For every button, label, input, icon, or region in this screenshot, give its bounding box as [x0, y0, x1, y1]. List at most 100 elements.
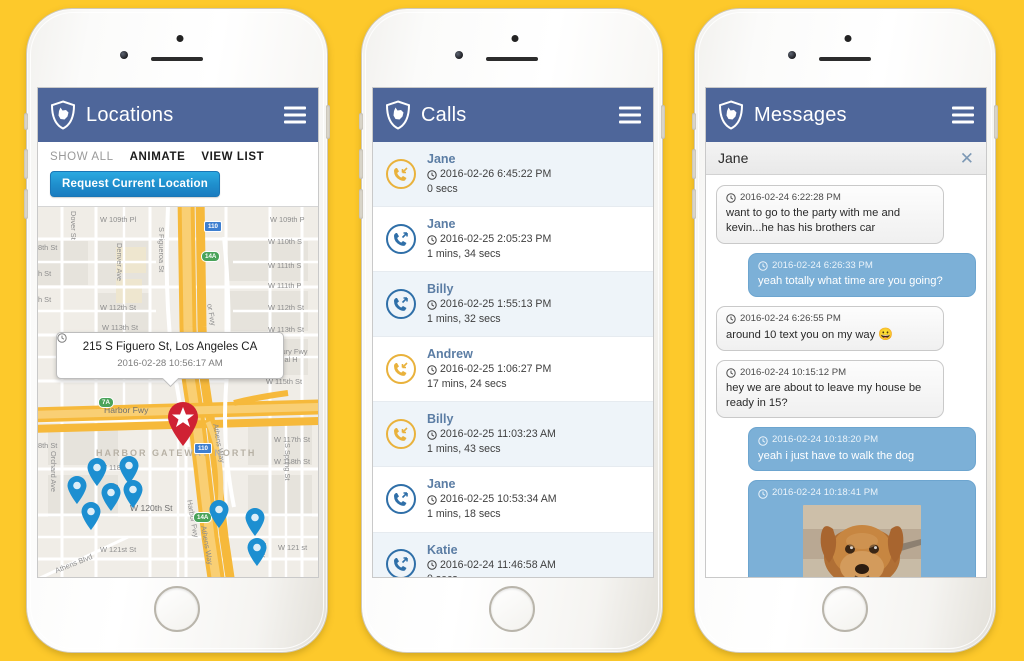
conversation-contact-bar: Jane ✕: [706, 142, 986, 175]
map-view[interactable]: W 109th Pl W 109th P W 110th S 8th St W …: [38, 206, 318, 577]
call-timestamp-row: 2016-02-26 6:45:22 PM: [427, 168, 551, 182]
message-thread[interactable]: 2016-02-24 6:22:28 PM want to go to the …: [706, 175, 986, 577]
message-bubble-incoming[interactable]: 2016-02-24 6:26:55 PM around 10 text you…: [716, 305, 944, 351]
table-row[interactable]: Jane 2016-02-25 2:05:23 PM 1 mins, 34 se…: [373, 207, 653, 273]
hamburger-icon[interactable]: [952, 106, 974, 124]
proximity-sensor: [120, 51, 128, 59]
location-callout[interactable]: 215 S Figuero St, Los Angeles CA 2016-02…: [56, 332, 284, 379]
map-pin[interactable]: [208, 499, 230, 529]
close-icon[interactable]: ✕: [960, 150, 974, 167]
earpiece-speaker: [819, 57, 871, 61]
call-contact-name: Billy: [427, 412, 454, 427]
map-pin-selected[interactable]: [166, 401, 200, 447]
volume-down-button[interactable]: [24, 189, 28, 219]
callout-timestamp-row: 2016-02-28 10:56:17 AM: [57, 333, 273, 369]
incoming-call-icon: [385, 353, 417, 385]
call-info: Billy 2016-02-25 1:55:13 PM 1 mins, 32 s…: [427, 281, 551, 326]
message-bubble-incoming[interactable]: 2016-02-24 10:15:12 PM hey we are about …: [716, 359, 944, 419]
message-text: yeah totally what time are you going?: [758, 275, 943, 288]
clock-icon: [758, 435, 768, 446]
clock-icon: [726, 368, 736, 378]
map-pin[interactable]: [100, 482, 122, 512]
call-info: Jane 2016-02-25 2:05:23 PM 1 mins, 34 se…: [427, 216, 551, 261]
map-street-label: Dover St: [69, 211, 78, 240]
volume-up-button[interactable]: [24, 149, 28, 179]
outgoing-call-icon: [385, 223, 417, 255]
message-text: want to go to the party with me and kevi…: [726, 207, 901, 235]
table-row[interactable]: Jane 2016-02-25 10:53:34 AM 1 mins, 18 s…: [373, 467, 653, 533]
request-current-location-button[interactable]: Request Current Location: [50, 171, 221, 197]
map-street-label: W 121 st: [278, 543, 308, 552]
hamburger-icon[interactable]: [619, 106, 641, 124]
call-duration: 1 mins, 18 secs: [427, 508, 501, 521]
outgoing-call-icon: [385, 548, 417, 577]
volume-down-button[interactable]: [359, 189, 363, 219]
app-header-calls: Calls: [373, 88, 653, 142]
volume-up-button[interactable]: [692, 149, 696, 179]
proximity-sensor: [455, 51, 463, 59]
clock-icon: [427, 365, 437, 375]
mute-switch[interactable]: [359, 113, 363, 130]
screen-locations: Locations SHOW ALL ANIMATE VIEW LIST Req…: [37, 87, 319, 578]
tab-show-all[interactable]: SHOW ALL: [50, 151, 114, 163]
table-row[interactable]: Billy 2016-02-25 11:03:23 AM 1 mins, 43 …: [373, 402, 653, 468]
home-button[interactable]: [489, 586, 535, 632]
call-timestamp: 2016-02-25 1:55:13 PM: [440, 298, 552, 311]
call-timestamp-row: 2016-02-25 10:53:34 AM: [427, 493, 557, 507]
call-timestamp: 2016-02-25 10:53:34 AM: [440, 493, 557, 506]
incoming-call-icon: [385, 418, 417, 450]
tab-animate[interactable]: ANIMATE: [130, 151, 186, 163]
mute-switch[interactable]: [692, 113, 696, 130]
message-timestamp-row: 2016-02-24 10:15:12 PM: [726, 367, 934, 379]
map-pin[interactable]: [246, 537, 268, 567]
call-timestamp-row: 2016-02-25 1:55:13 PM: [427, 298, 551, 312]
mute-switch[interactable]: [24, 113, 28, 130]
call-timestamp: 2016-02-25 1:06:27 PM: [440, 363, 552, 376]
table-row[interactable]: Jane 2016-02-26 6:45:22 PM 0 secs: [373, 142, 653, 208]
power-button[interactable]: [326, 105, 330, 139]
message-timestamp: 2016-02-24 10:18:41 PM: [772, 487, 879, 499]
earpiece-speaker: [486, 57, 538, 61]
table-row[interactable]: Andrew 2016-02-25 1:06:27 PM 17 mins, 24…: [373, 337, 653, 403]
calls-list[interactable]: Jane 2016-02-26 6:45:22 PM 0 secs Jane 2…: [373, 142, 653, 577]
incoming-call-icon: [385, 158, 417, 190]
app-title: Calls: [421, 103, 467, 126]
home-button[interactable]: [154, 586, 200, 632]
map-pin[interactable]: [80, 501, 102, 531]
contact-name: Jane: [718, 150, 749, 166]
tab-view-list[interactable]: VIEW LIST: [201, 151, 264, 163]
message-bubble-outgoing[interactable]: 2016-02-24 6:26:33 PM yeah totally what …: [748, 252, 976, 297]
callout-address: 215 S Figuero St, Los Angeles CA: [82, 341, 258, 353]
map-pin[interactable]: [118, 455, 140, 485]
volume-down-button[interactable]: [692, 189, 696, 219]
message-text: hey we are about to leave my house be re…: [726, 382, 922, 409]
locations-tabs: SHOW ALL ANIMATE VIEW LIST: [50, 151, 306, 163]
map-street-label: 8th St: [38, 441, 58, 450]
table-row[interactable]: Katie 2016-02-24 11:46:58 AM 0 secs: [373, 532, 653, 577]
hamburger-icon[interactable]: [284, 106, 306, 124]
call-timestamp-row: 2016-02-25 11:03:23 AM: [427, 428, 556, 442]
power-button[interactable]: [994, 105, 998, 139]
dog-photo[interactable]: [803, 504, 921, 577]
message-timestamp: 2016-02-24 10:18:20 PM: [772, 434, 879, 446]
clock-icon: [427, 235, 437, 245]
call-contact-name: Jane: [427, 477, 456, 492]
home-button[interactable]: [822, 586, 868, 632]
outgoing-call-icon: [385, 288, 417, 320]
map-street-label: S Figueroa St: [157, 227, 166, 273]
map-pin[interactable]: [244, 507, 266, 537]
map-street-label: W 109th Pl: [100, 215, 137, 224]
message-bubble-incoming[interactable]: 2016-02-24 6:22:28 PM want to go to the …: [716, 185, 944, 244]
route-shield-7a-icon: 7A: [98, 397, 114, 408]
message-bubble-outgoing[interactable]: 2016-02-24 10:18:20 PM yeah i just have …: [748, 427, 976, 472]
message-bubble-outgoing-photo[interactable]: 2016-02-24 10:18:41 PM: [748, 480, 976, 577]
message-timestamp-row: 2016-02-24 6:26:33 PM: [758, 260, 966, 272]
volume-up-button[interactable]: [359, 149, 363, 179]
call-duration: 0 secs: [427, 182, 458, 195]
grinning-face-emoji-icon: 😀: [878, 327, 894, 342]
power-button[interactable]: [661, 105, 665, 139]
app-header-locations: Locations: [38, 88, 318, 142]
route-shield-110-icon: 110: [204, 221, 222, 232]
map-street-label: W 121st St: [100, 545, 137, 554]
table-row[interactable]: Billy 2016-02-25 1:55:13 PM 1 mins, 32 s…: [373, 272, 653, 338]
